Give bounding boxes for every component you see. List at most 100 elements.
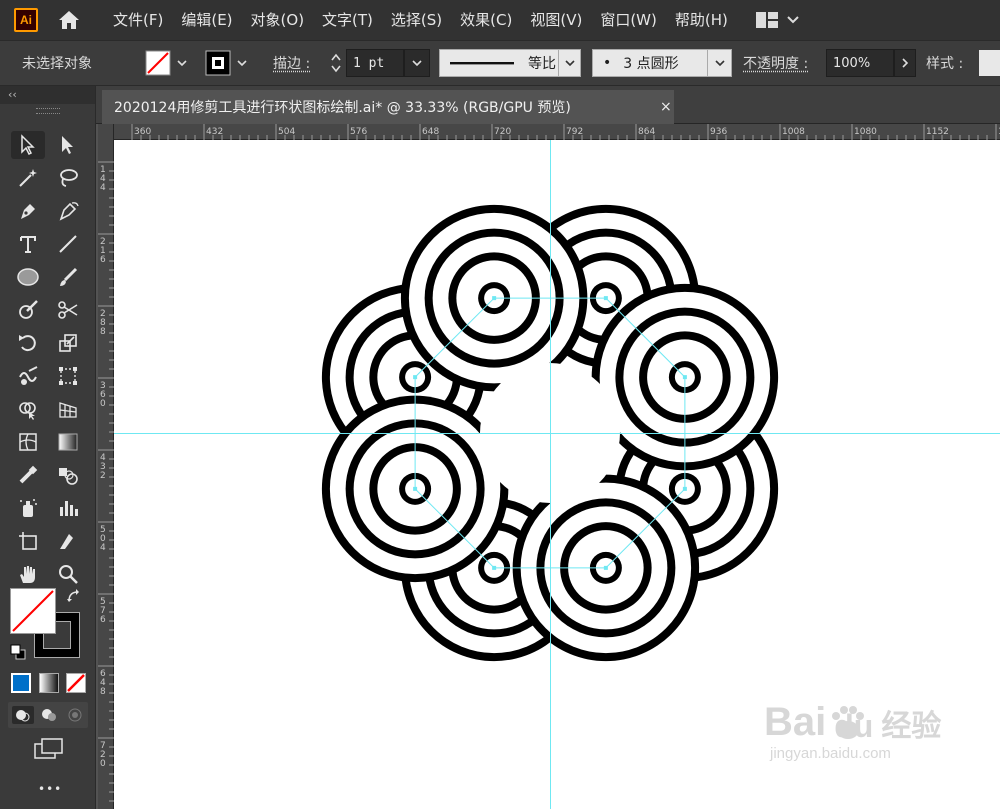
stroke-label[interactable]: 描边 : bbox=[273, 49, 310, 77]
anchor-point[interactable] bbox=[682, 375, 687, 380]
curvature-tool-icon[interactable] bbox=[51, 197, 85, 225]
hand-tool-icon[interactable] bbox=[11, 560, 45, 588]
horizontal-guide[interactable] bbox=[114, 433, 1000, 434]
menu-select[interactable]: 选择(S) bbox=[382, 0, 451, 40]
scissors-tool-icon[interactable] bbox=[51, 296, 85, 324]
rotate-tool-icon[interactable] bbox=[11, 329, 45, 357]
zoom-tool-icon[interactable] bbox=[51, 560, 85, 588]
slice-tool-icon[interactable] bbox=[51, 527, 85, 555]
blend-tool-icon[interactable] bbox=[51, 461, 85, 489]
ruler-label: 792 bbox=[566, 127, 583, 137]
screen-mode-icon[interactable] bbox=[34, 738, 64, 764]
artboard-tool-icon[interactable] bbox=[11, 527, 45, 555]
anchor-point[interactable] bbox=[413, 375, 418, 380]
eyedropper-tool-icon[interactable] bbox=[11, 461, 45, 489]
anchor-point[interactable] bbox=[413, 486, 418, 491]
none-mode-button[interactable] bbox=[66, 673, 86, 693]
mesh-tool-icon[interactable] bbox=[11, 428, 45, 456]
draw-behind-icon[interactable] bbox=[38, 706, 60, 724]
control-bar: 未选择对象 描边 : 1 pt 等比 • 3 点圆形 不透明度 : 100% 样… bbox=[0, 40, 1000, 86]
width-profile-dropdown[interactable]: 等比 bbox=[439, 49, 581, 77]
shaper-tool-icon[interactable] bbox=[11, 296, 45, 324]
horizontal-ruler[interactable]: 3604325045766487207928649361008108011521… bbox=[114, 124, 1000, 140]
magic-wand-tool-icon[interactable] bbox=[11, 164, 45, 192]
opacity-input[interactable]: 100% bbox=[826, 49, 894, 77]
opacity-label[interactable]: 不透明度 : bbox=[743, 49, 808, 77]
free-transform-tool-icon[interactable] bbox=[51, 362, 85, 390]
menu-window[interactable]: 窗口(W) bbox=[591, 0, 666, 40]
workspace-switcher[interactable] bbox=[755, 11, 799, 29]
chevron-right-icon[interactable] bbox=[894, 49, 916, 77]
stroke-swatch[interactable] bbox=[205, 49, 253, 77]
more-tools-button[interactable]: ••• bbox=[38, 782, 62, 796]
document-tab[interactable]: 2020124用修剪工具进行环状图标绘制.ai* @ 33.33% (RGB/G… bbox=[102, 90, 674, 124]
vertical-guide[interactable] bbox=[550, 140, 551, 809]
chevron-down-icon[interactable] bbox=[708, 49, 732, 77]
ruler-label: 4 bbox=[100, 543, 106, 553]
menu-file[interactable]: 文件(F) bbox=[104, 0, 172, 40]
toolbox: ‹‹ ••• bbox=[0, 86, 96, 809]
warp-tool-icon[interactable] bbox=[11, 362, 45, 390]
anchor-point[interactable] bbox=[603, 296, 608, 301]
menu-help[interactable]: 帮助(H) bbox=[666, 0, 737, 40]
symbol-sprayer-tool-icon[interactable] bbox=[11, 494, 45, 522]
swap-fill-stroke-icon[interactable] bbox=[66, 588, 82, 608]
document-title: 2020124用修剪工具进行环状图标绘制.ai* @ 33.33% (RGB/G… bbox=[114, 100, 571, 116]
color-mode-button[interactable] bbox=[11, 673, 31, 693]
pen-tool-icon[interactable] bbox=[11, 197, 45, 225]
direct-selection-tool-icon[interactable] bbox=[51, 131, 85, 159]
draw-inside-icon[interactable] bbox=[64, 706, 86, 724]
stepper-icon[interactable] bbox=[326, 49, 346, 77]
lasso-tool-icon[interactable] bbox=[51, 164, 85, 192]
menu-view[interactable]: 视图(V) bbox=[521, 0, 591, 40]
ruler-label: 864 bbox=[638, 127, 655, 137]
ruler-label: 360 bbox=[134, 127, 151, 137]
stroke-color-icon bbox=[205, 50, 231, 76]
ruler-label: 648 bbox=[422, 127, 439, 137]
paintbrush-tool-icon[interactable] bbox=[51, 263, 85, 291]
menu-edit[interactable]: 编辑(E) bbox=[172, 0, 241, 40]
menu-object[interactable]: 对象(O) bbox=[242, 0, 314, 40]
gradient-mode-button[interactable] bbox=[39, 673, 59, 693]
vertical-ruler-ticks: 144216288360432504576648720 bbox=[98, 161, 114, 802]
toolbox-grip[interactable] bbox=[36, 108, 60, 114]
chevron-down-icon[interactable] bbox=[231, 49, 253, 77]
watermark-suffix: 经验 bbox=[881, 708, 942, 744]
fill-swatch-front[interactable] bbox=[10, 588, 56, 634]
chevron-down-icon[interactable] bbox=[559, 49, 581, 77]
perspective-grid-tool-icon[interactable] bbox=[51, 395, 85, 423]
anchor-point[interactable] bbox=[682, 486, 687, 491]
gradient-tool-icon[interactable] bbox=[51, 428, 85, 456]
vertical-ruler[interactable]: 144216288360432504576648720 bbox=[98, 124, 114, 809]
ruler-label: 2 bbox=[100, 471, 106, 481]
horizontal-ruler-ticks: 3604325045766487207928649361008108011521… bbox=[131, 124, 1000, 140]
ruler-label: 8 bbox=[100, 327, 106, 337]
brush-dropdown[interactable]: • 3 点圆形 bbox=[592, 49, 732, 77]
artboard-canvas[interactable]: Bai du 经验 jingyan.baidu.com bbox=[114, 140, 1000, 809]
column-graph-tool-icon[interactable] bbox=[51, 494, 85, 522]
shape-builder-tool-icon[interactable] bbox=[11, 395, 45, 423]
anchor-point[interactable] bbox=[492, 565, 497, 570]
draw-mode-group bbox=[8, 702, 88, 728]
chevron-down-icon[interactable] bbox=[171, 49, 193, 77]
home-icon[interactable] bbox=[54, 5, 84, 35]
toolbox-collapse[interactable]: ‹‹ bbox=[0, 86, 95, 104]
ellipse-tool-icon[interactable] bbox=[11, 263, 45, 291]
anchor-point[interactable] bbox=[603, 565, 608, 570]
line-tool-icon[interactable] bbox=[51, 230, 85, 258]
chevron-down-icon[interactable] bbox=[404, 49, 430, 77]
close-icon[interactable]: × bbox=[660, 90, 672, 124]
menu-effect[interactable]: 效果(C) bbox=[451, 0, 521, 40]
style-swatch[interactable] bbox=[979, 49, 1000, 77]
anchor-point[interactable] bbox=[492, 296, 497, 301]
type-tool-icon[interactable] bbox=[11, 230, 45, 258]
ruler-label: 936 bbox=[710, 127, 727, 137]
selection-tool-icon[interactable] bbox=[11, 131, 45, 159]
default-colors-icon[interactable] bbox=[10, 644, 26, 664]
draw-normal-icon[interactable] bbox=[12, 706, 34, 724]
ruler-label: 0 bbox=[100, 399, 106, 409]
menu-type[interactable]: 文字(T) bbox=[313, 0, 382, 40]
stroke-weight-input[interactable]: 1 pt bbox=[346, 49, 404, 77]
fill-swatch[interactable] bbox=[145, 49, 193, 77]
scale-tool-icon[interactable] bbox=[51, 329, 85, 357]
